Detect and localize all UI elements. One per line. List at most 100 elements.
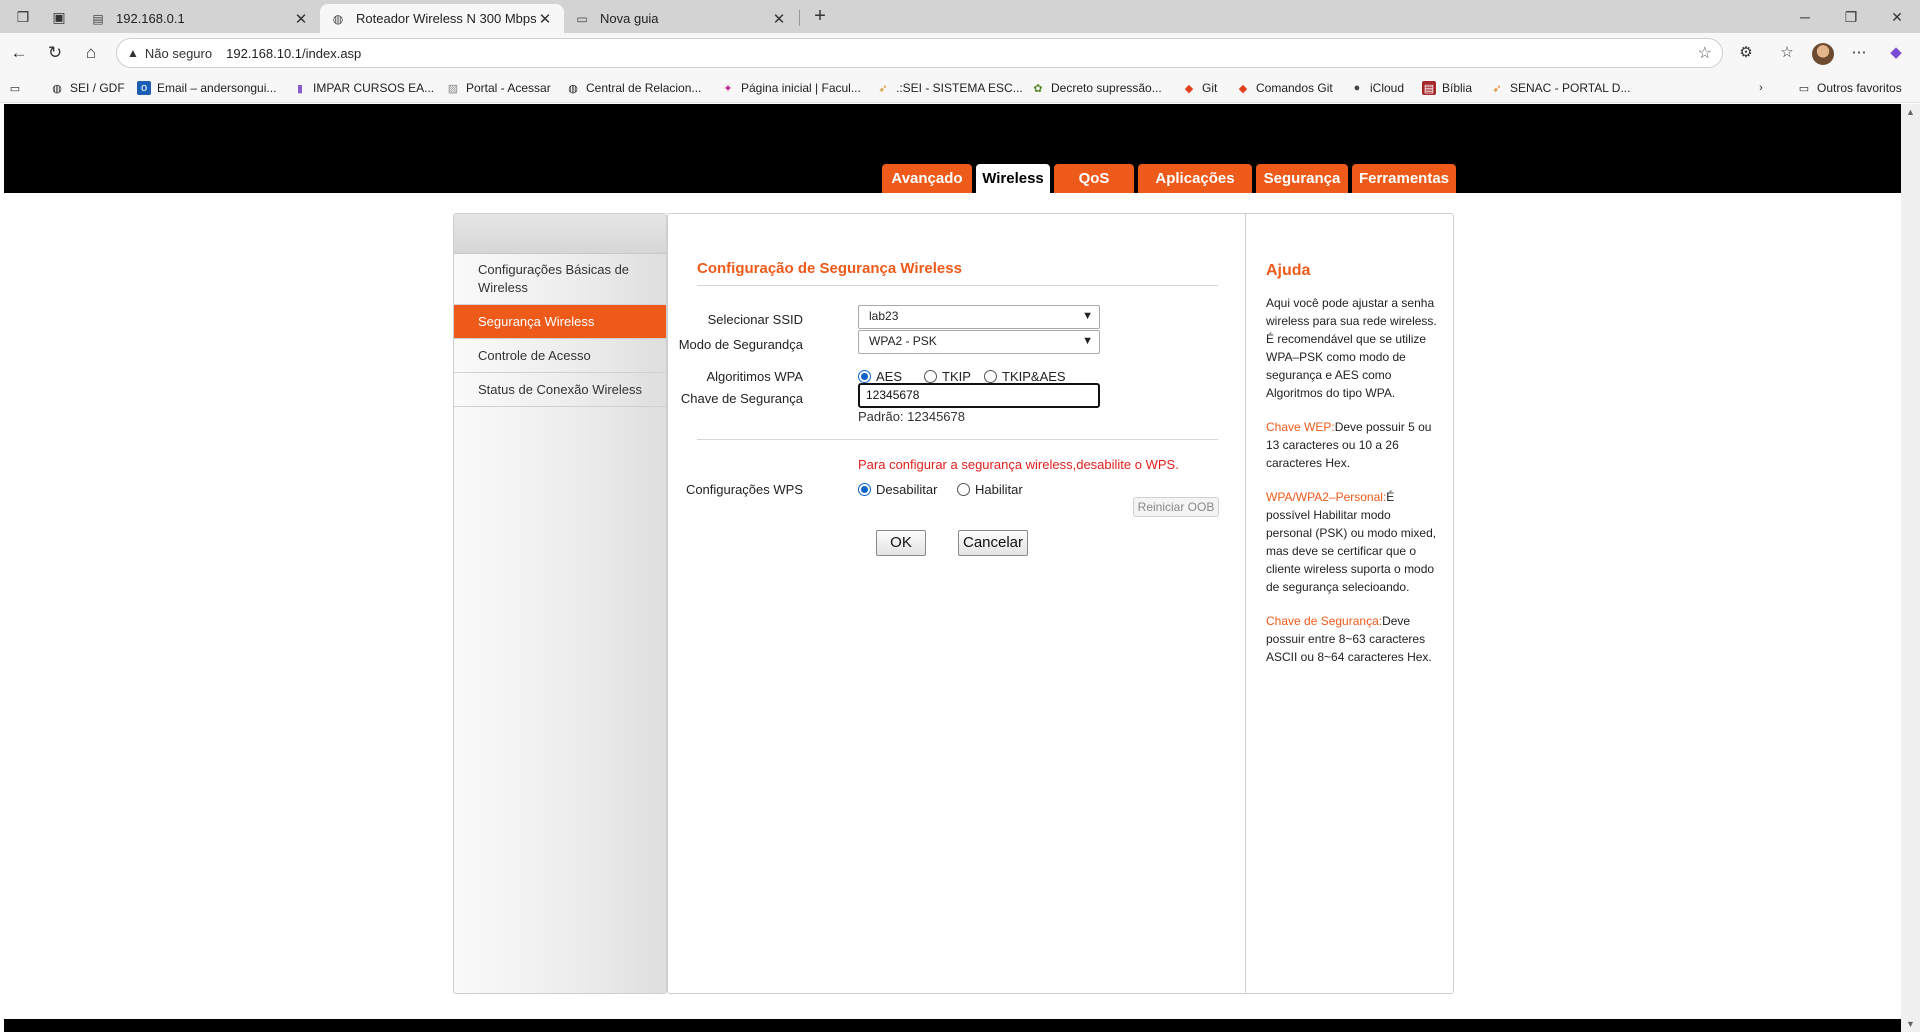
nav-tab-avancado[interactable]: Avançado: [882, 164, 972, 193]
close-window-icon[interactable]: ✕: [1874, 5, 1920, 29]
tab-router[interactable]: ◍ Roteador Wireless N 300 Mbps ✕: [320, 4, 564, 33]
outlook-icon: o: [137, 81, 151, 95]
scroll-up-icon[interactable]: ▲: [1906, 107, 1915, 117]
url-text[interactable]: 192.168.10.1/index.asp: [226, 46, 361, 61]
folder-icon: ▭: [1798, 82, 1810, 95]
git-icon: ◆: [1184, 82, 1194, 95]
nav-tab-qos[interactable]: QoS: [1054, 164, 1134, 193]
bookmark-icloud[interactable]: ● iCloud: [1350, 79, 1404, 97]
favorite-star-icon[interactable]: ☆: [1698, 43, 1712, 63]
bookmark-decreto[interactable]: ✿ Decreto supressão...: [1031, 79, 1161, 97]
tab-nova-guia[interactable]: ▭ Nova guia ✕: [564, 4, 798, 33]
help-panel: Ajuda Aqui você pode ajustar a senha wir…: [1246, 214, 1453, 993]
tab-separator: [799, 10, 800, 26]
vertical-tabs-icon[interactable]: ▣: [48, 6, 70, 28]
bookmark-sei-sistema[interactable]: ➶ .:SEI - SISTEMA ESC...: [876, 79, 1022, 97]
bookmark-git[interactable]: ◆ Git: [1182, 79, 1218, 97]
profile-avatar[interactable]: [1812, 43, 1834, 65]
copilot-icon[interactable]: ◆: [1884, 41, 1908, 65]
router-sidebar: Configurações Básicas de Wireless Segura…: [453, 213, 667, 994]
cancel-button[interactable]: Cancelar: [958, 530, 1028, 556]
security-mode-label: Modo de Segurandça: [678, 337, 803, 352]
main-panel: Configuração de Segurança Wireless Selec…: [667, 213, 1454, 994]
extensions-icon[interactable]: ⚙: [1734, 41, 1758, 65]
browser-tabstrip: ❒ ▣ ▤ 192.168.0.1 ✕ ◍ Roteador Wireless …: [0, 0, 1920, 33]
router-footer: [4, 1019, 1901, 1032]
nav-tab-aplicacoes[interactable]: Aplicações: [1138, 164, 1252, 193]
home-icon[interactable]: ⌂: [79, 41, 103, 65]
page-scrollbar[interactable]: ▲ ▼: [1901, 104, 1920, 1032]
faculdade-icon: ✦: [723, 82, 733, 95]
sidebar-header: [454, 214, 666, 254]
refresh-icon[interactable]: ↻: [43, 41, 67, 65]
globe-icon: ◍: [568, 82, 578, 95]
chevron-down-icon: ▼: [1082, 310, 1093, 322]
globe-icon: ◍: [332, 11, 344, 26]
help-title: Ajuda: [1266, 262, 1311, 279]
wps-enable-radio[interactable]: Habilitar: [957, 482, 1023, 497]
security-key-label: Chave de Segurança: [680, 391, 803, 406]
apple-icon: ●: [1353, 82, 1361, 94]
wpa-tkip-aes-radio[interactable]: TKIP&AES: [984, 369, 1066, 384]
other-favorites[interactable]: ▭ Outros favoritos: [1797, 79, 1902, 97]
nav-tab-wireless[interactable]: Wireless: [976, 164, 1050, 193]
bookmark-sei-gdf[interactable]: ◍ SEI / GDF: [50, 79, 125, 97]
address-bar[interactable]: ▲ Não seguro 192.168.10.1/index.asp ☆: [116, 38, 1723, 68]
sidebar-item-connection-status[interactable]: Status de Conexão Wireless: [454, 373, 666, 407]
sidebar-item-access-control[interactable]: Controle de Acesso: [454, 339, 666, 373]
radio-unchecked-icon: [924, 370, 937, 383]
security-key-input[interactable]: 12345678: [858, 383, 1100, 408]
impar-icon: ▮: [296, 82, 304, 95]
help-intro: Aqui você pode ajustar a senha wireless …: [1266, 296, 1437, 400]
nav-tab-ferramentas[interactable]: Ferramentas: [1352, 164, 1456, 193]
security-mode-select[interactable]: WPA2 - PSK ▼: [858, 330, 1100, 354]
favorites-icon[interactable]: ☆: [1775, 41, 1799, 65]
wpa-tkip-radio[interactable]: TKIP: [924, 369, 971, 384]
security-label[interactable]: Não seguro: [145, 46, 212, 61]
workspaces-icon[interactable]: ❒: [12, 6, 34, 28]
bookmark-central[interactable]: ◍ Central de Relacion...: [566, 79, 701, 97]
bookmark-comandos-git[interactable]: ◆ Comandos Git: [1236, 79, 1333, 97]
radio-checked-icon: [858, 370, 871, 383]
tab-192-168-0-1[interactable]: ▤ 192.168.0.1 ✕: [80, 4, 320, 33]
ssid-select[interactable]: lab23 ▼: [858, 305, 1100, 329]
sei-icon: ➶: [878, 82, 888, 95]
bookmark-impar[interactable]: ▮ IMPAR CURSOS EA...: [293, 79, 434, 97]
more-menu-icon[interactable]: ⋯: [1847, 41, 1871, 65]
bookmark-faculdade[interactable]: ✦ Página inicial | Facul...: [721, 79, 860, 97]
wpa-aes-radio[interactable]: AES: [858, 369, 902, 384]
globe-icon: ◍: [52, 82, 62, 95]
chevron-right-icon[interactable]: ›: [1754, 79, 1774, 97]
bookmark-senac[interactable]: ➶ SENAC - PORTAL D...: [1490, 79, 1630, 97]
wps-warning: Para configurar a segurança wireless,des…: [858, 457, 1179, 472]
wps-disable-radio[interactable]: Desabilitar: [858, 482, 937, 497]
sidebar-item-security[interactable]: Segurança Wireless: [454, 305, 666, 339]
new-tab-button[interactable]: +: [808, 5, 832, 29]
scroll-down-icon[interactable]: ▼: [1906, 1019, 1915, 1029]
bookmark-email[interactable]: o Email – andersongui...: [137, 79, 276, 97]
restore-icon[interactable]: ❐: [1828, 5, 1874, 29]
back-icon[interactable]: ←: [7, 41, 31, 65]
radio-unchecked-icon: [957, 483, 970, 496]
close-tab-icon[interactable]: ✕: [770, 10, 788, 28]
security-form: Configuração de Segurança Wireless Selec…: [668, 214, 1246, 993]
bookmark-portal[interactable]: ▨ Portal - Acessar: [446, 79, 551, 97]
browser-toolbar: ← ↻ ⌂ ▲ Não seguro 192.168.10.1/index.as…: [0, 33, 1920, 73]
radio-unchecked-icon: [984, 370, 997, 383]
close-tab-icon[interactable]: ✕: [536, 10, 554, 28]
radio-checked-icon: [858, 483, 871, 496]
bible-icon: ▤: [1422, 81, 1436, 95]
ssid-label: Selecionar SSID: [707, 312, 803, 327]
help-wpa: WPA/WPA2–Personal:É possível Habilitar m…: [1266, 490, 1437, 594]
bookmark-biblia[interactable]: ▤ Bíblia: [1422, 79, 1472, 97]
page-title: Configuração de Segurança Wireless: [697, 260, 962, 277]
ok-button[interactable]: OK: [876, 530, 926, 556]
reset-oob-button[interactable]: Reiniciar OOB: [1133, 497, 1219, 517]
page-viewport: Avançado Wireless QoS Aplicações Seguran…: [4, 104, 1901, 1032]
minimize-icon[interactable]: ─: [1782, 5, 1828, 29]
close-tab-icon[interactable]: ✕: [292, 10, 310, 28]
newtab-icon: ▭: [576, 11, 588, 26]
sidebar-item-basic-wireless[interactable]: Configurações Básicas de Wireless: [454, 254, 666, 305]
reading-mode-icon[interactable]: ▭: [8, 79, 28, 97]
nav-tab-seguranca[interactable]: Segurança: [1256, 164, 1348, 193]
